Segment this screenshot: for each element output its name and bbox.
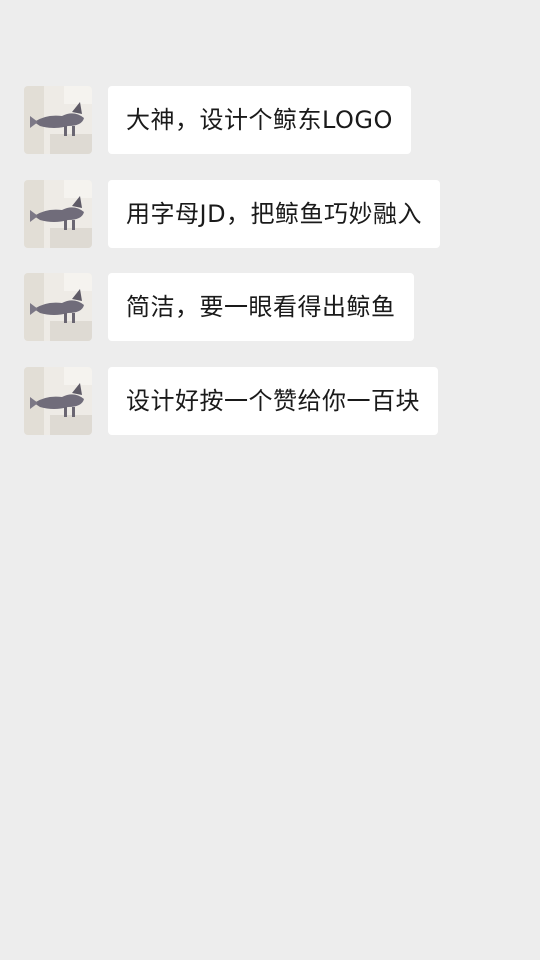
whale-avatar-icon[interactable] xyxy=(24,367,92,435)
whale-avatar-icon[interactable] xyxy=(24,180,92,248)
message-bubble[interactable]: 简洁，要一眼看得出鲸鱼 xyxy=(108,273,414,341)
message-bubble[interactable]: 设计好按一个赞给你一百块 xyxy=(108,367,438,435)
message-bubble[interactable]: 大神，设计个鲸东LOGO xyxy=(108,86,411,154)
message-bubble[interactable]: 用字母JD，把鲸鱼巧妙融入 xyxy=(108,180,441,248)
whale-avatar-icon[interactable] xyxy=(24,86,92,154)
chat-message-list: 大神，设计个鲸东LOGO 用字母JD，把鲸鱼巧妙融入 简洁，要一眼看得出鲸鱼 设… xyxy=(0,0,540,960)
chat-message: 大神，设计个鲸东LOGO xyxy=(0,86,540,154)
whale-avatar-icon[interactable] xyxy=(24,273,92,341)
chat-message: 用字母JD，把鲸鱼巧妙融入 xyxy=(0,180,540,248)
chat-message: 简洁，要一眼看得出鲸鱼 xyxy=(0,273,540,341)
chat-message: 设计好按一个赞给你一百块 xyxy=(0,367,540,435)
